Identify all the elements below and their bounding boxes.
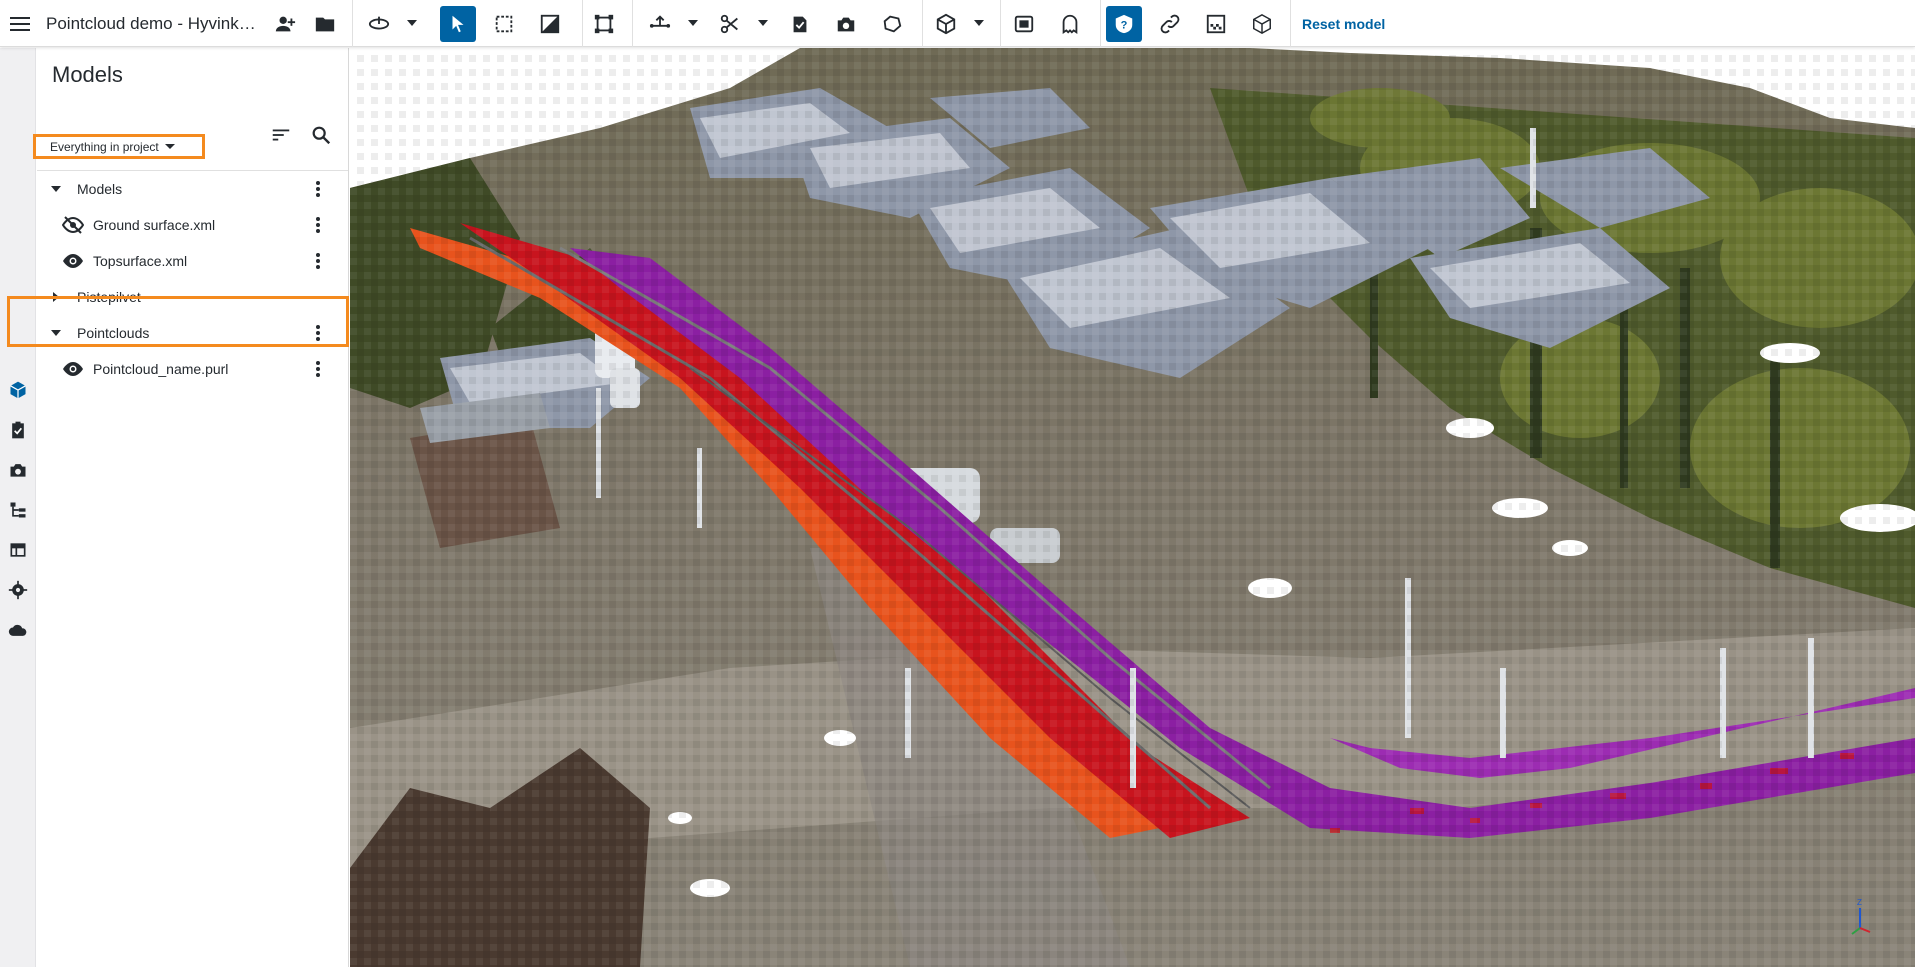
svg-text:Z: Z (1857, 898, 1862, 907)
project-title[interactable]: Pointcloud demo - Hyvinkä... (46, 0, 260, 47)
reset-model-link[interactable]: Reset model (1302, 0, 1385, 47)
screenshot-view-icon[interactable] (1006, 6, 1042, 42)
tree-label: Pointclouds (77, 325, 150, 341)
lasso-icon[interactable] (874, 6, 910, 42)
cut-dropdown-chevron-down-icon[interactable] (757, 17, 769, 29)
tree-group-pointclouds[interactable]: Pointclouds (37, 315, 348, 351)
tree-label: Ground surface.xml (93, 217, 216, 233)
measure-icon[interactable] (642, 6, 678, 42)
object-dropdown-chevron-down-icon[interactable] (973, 17, 985, 29)
expanded-caret-icon[interactable] (49, 182, 63, 196)
tree-label: Topsurface.xml (93, 253, 188, 269)
search-icon[interactable] (308, 122, 334, 148)
tree-group-models[interactable]: Models (37, 171, 348, 207)
3d-viewport[interactable]: Z (350, 48, 1915, 967)
more-options-icon[interactable] (308, 248, 328, 274)
expanded-caret-icon[interactable] (49, 326, 63, 340)
orbit-icon[interactable] (361, 6, 397, 42)
texture-icon[interactable] (1198, 6, 1234, 42)
scope-filter-label: Everything in project (50, 139, 159, 154)
box-select-icon[interactable] (486, 6, 522, 42)
chevron-down-icon (164, 144, 175, 149)
link-icon[interactable] (1152, 6, 1188, 42)
ghost-icon[interactable] (1052, 6, 1088, 42)
models-cube-icon[interactable] (4, 376, 32, 404)
eye-icon[interactable] (61, 359, 85, 379)
tree-item-ground-surface[interactable]: Ground surface.xml (37, 207, 348, 243)
tree-item-topsurface[interactable]: Topsurface.xml (37, 243, 348, 279)
camera-icon[interactable] (4, 456, 32, 484)
tree-label: Pistepilvet (77, 289, 141, 305)
more-options-icon[interactable] (308, 356, 328, 382)
cloud-icon[interactable] (4, 616, 32, 644)
scope-filter-dropdown[interactable]: Everything in project (33, 134, 205, 159)
todo-clipboard-icon[interactable] (4, 416, 32, 444)
svg-text:?: ? (1121, 20, 1128, 32)
snapshot-icon[interactable] (828, 6, 864, 42)
eye-icon[interactable] (61, 251, 85, 271)
tree-item-pointcloud-file[interactable]: Pointcloud_name.purl (37, 351, 348, 387)
collapsed-caret-icon[interactable] (49, 290, 63, 304)
scissors-icon[interactable] (712, 6, 748, 42)
more-options-icon[interactable] (308, 212, 328, 238)
section-plane-icon[interactable] (532, 6, 568, 42)
more-options-icon[interactable] (308, 320, 328, 346)
folder-icon[interactable] (307, 6, 343, 42)
models-panel: Models Everything in project Models Grou… (33, 48, 349, 967)
top-toolbar: Pointcloud demo - Hyvinkä... ? Reset mod… (0, 0, 1915, 47)
tree-label: Pointcloud_name.purl (93, 361, 229, 377)
tree-label: Models (77, 181, 123, 197)
hierarchy-icon[interactable] (4, 496, 32, 524)
object-cube-icon[interactable] (928, 6, 964, 42)
layout-table-icon[interactable] (4, 536, 32, 564)
pointcloud-scene[interactable]: Z (350, 48, 1915, 967)
eye-off-icon[interactable] (61, 215, 85, 235)
clip-box-icon[interactable] (586, 6, 622, 42)
sort-icon[interactable] (268, 122, 294, 148)
help-icon[interactable]: ? (1106, 6, 1142, 42)
settings-gear-icon[interactable] (4, 576, 32, 604)
more-options-icon[interactable] (308, 176, 328, 202)
tree-group-pistepilvet[interactable]: Pistepilvet (37, 279, 348, 315)
select-pointer-icon[interactable] (440, 6, 476, 42)
share-users-icon[interactable] (267, 6, 303, 42)
side-rail (0, 48, 36, 967)
model-box-icon[interactable] (1244, 6, 1280, 42)
orbit-dropdown-chevron-down-icon[interactable] (406, 17, 418, 29)
add-todo-icon[interactable] (782, 6, 818, 42)
measure-dropdown-chevron-down-icon[interactable] (687, 17, 699, 29)
panel-title: Models (52, 62, 123, 87)
hamburger-menu-icon[interactable] (8, 0, 32, 47)
